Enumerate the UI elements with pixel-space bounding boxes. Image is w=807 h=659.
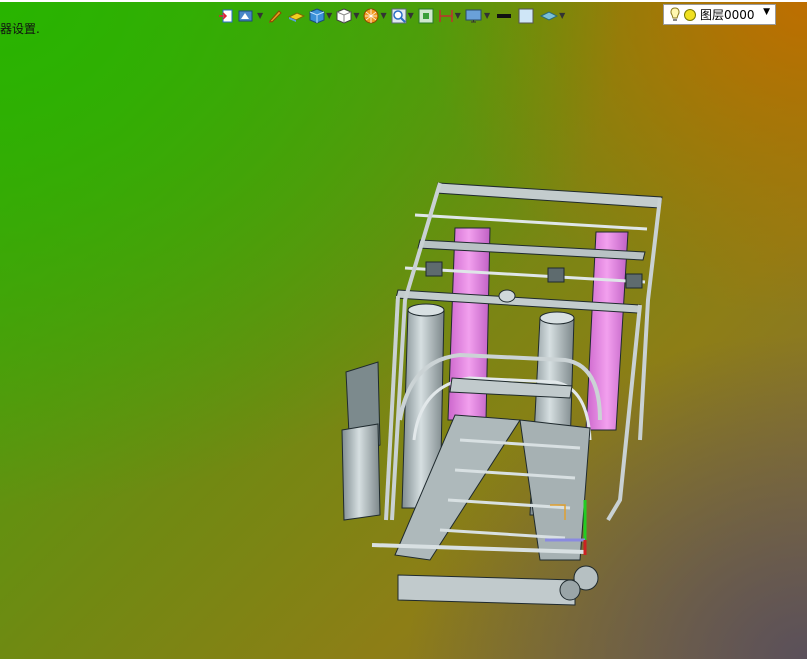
chevron-down-icon: ▼ (454, 11, 461, 20)
plane-tool[interactable] (287, 5, 306, 27)
exit-icon (219, 9, 233, 23)
cube-white-icon (336, 8, 352, 24)
chevron-down-icon: ▼ (326, 11, 333, 20)
zoom-tool[interactable]: ▼ (391, 5, 414, 27)
render-ball-icon (363, 8, 379, 24)
chevron-down-icon: ▼ (407, 11, 414, 20)
line-color-icon (497, 14, 512, 18)
fill-color-tool[interactable] (518, 5, 536, 27)
plane-icon (287, 12, 306, 22)
view-icon (238, 10, 253, 22)
layer-stack-icon (540, 11, 559, 21)
dimension-tool[interactable]: ▼ (438, 5, 461, 27)
frame-icon (418, 8, 434, 24)
cube-blue-icon (309, 8, 325, 24)
display-tool[interactable]: ▼ (465, 5, 490, 27)
layer-color-dot-icon (684, 8, 696, 21)
display-icon (465, 9, 482, 23)
view-tool[interactable]: ▼ (238, 5, 263, 27)
render-ball-tool[interactable]: ▼ (363, 5, 387, 27)
frame-tool[interactable] (418, 5, 434, 27)
line-color-tool[interactable] (494, 5, 514, 27)
3d-viewport[interactable]: 器设置. ▼ ▼ ▼ ▼ ▼ ▼ ▼ ▼ 图层0000 ▼ (0, 0, 807, 659)
pen-tool[interactable] (267, 5, 283, 27)
view-toolbar: ▼ ▼ ▼ ▼ ▼ ▼ ▼ ▼ (218, 4, 569, 28)
chevron-down-icon: ▼ (483, 11, 491, 20)
chevron-down-icon: ▼ (559, 11, 566, 20)
dimension-icon (439, 10, 453, 22)
exit-tool[interactable] (218, 5, 234, 27)
chevron-down-icon: ▼ (353, 11, 360, 20)
zoom-icon (391, 8, 407, 24)
fill-color-icon (518, 8, 534, 24)
layer-stack-tool[interactable]: ▼ (540, 5, 565, 27)
dropdown-arrow-icon: ▼ (763, 7, 770, 17)
pen-icon (269, 10, 282, 23)
lightbulb-icon (670, 6, 680, 21)
cad-model[interactable] (0, 0, 807, 659)
chevron-down-icon: ▼ (380, 11, 387, 20)
cube-white-tool[interactable]: ▼ (336, 5, 359, 27)
layer-select[interactable]: 图层0000 ▼ (663, 4, 776, 25)
chevron-down-icon: ▼ (257, 11, 264, 20)
cube-blue-tool[interactable]: ▼ (309, 5, 332, 27)
layer-select-value: 图层0000 (700, 8, 755, 22)
